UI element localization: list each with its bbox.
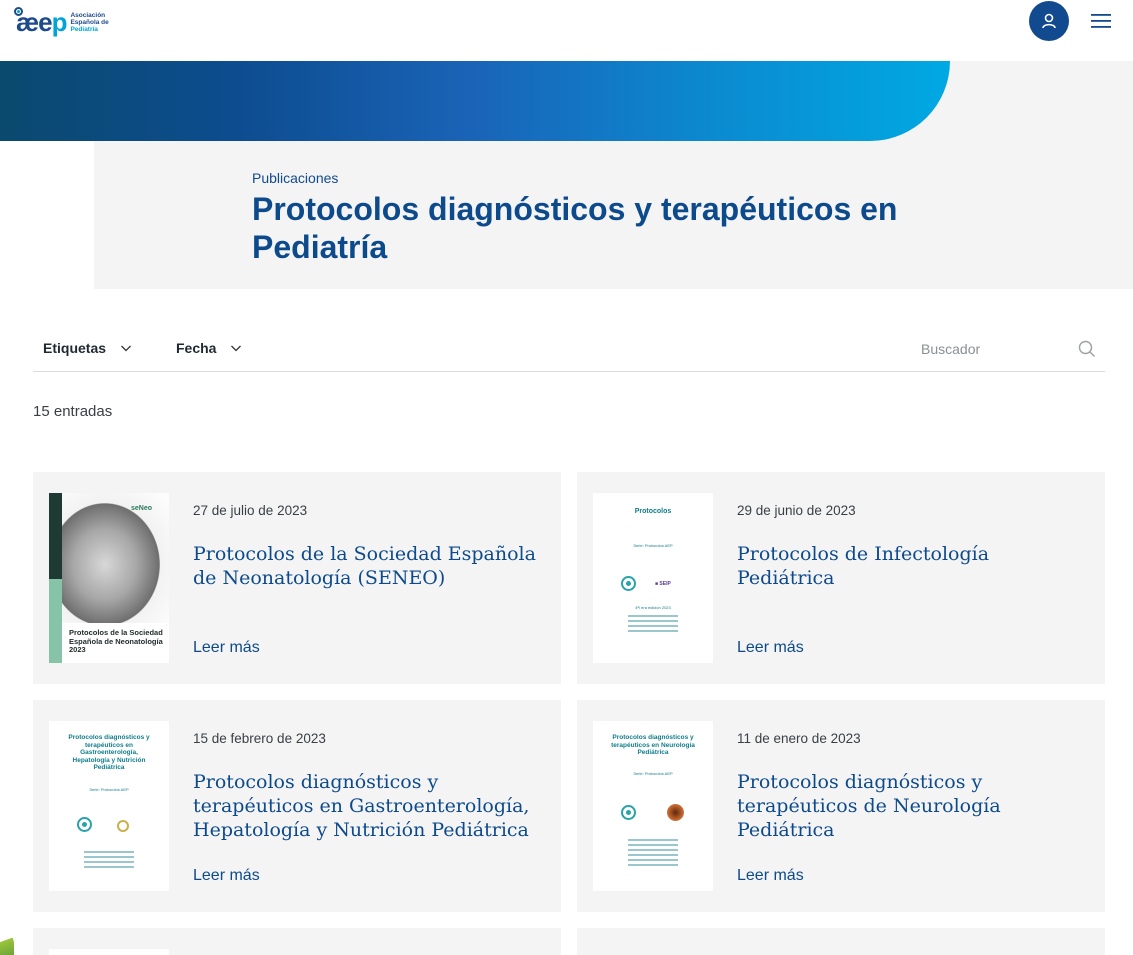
logo-text-line1: Asociación [70, 11, 106, 19]
date-filter-dropdown[interactable]: Fecha [176, 340, 242, 356]
publication-card-partial[interactable] [577, 928, 1105, 955]
hero-gradient-band [0, 61, 950, 141]
publication-title-link[interactable]: Protocolos diagnósticos y terapéuticos d… [737, 770, 1087, 842]
chevron-down-icon [121, 345, 131, 352]
publication-card-partial[interactable] [33, 928, 561, 955]
page-title: Protocolos diagnósticos y terapéuticos e… [252, 191, 898, 265]
publication-title-link[interactable]: Protocolos de Infectología Pediátrica [737, 542, 1087, 590]
chevron-down-icon [231, 345, 242, 352]
aep-seal-icon [77, 817, 92, 832]
read-more-link[interactable]: Leer más [193, 867, 260, 885]
search-box [921, 336, 1105, 362]
filter-bar: Etiquetas Fecha [33, 330, 1105, 372]
decorative-leaf-shape [0, 930, 14, 955]
publication-date: 15 de febrero de 2023 [193, 731, 326, 746]
breadcrumb[interactable]: Publicaciones [252, 170, 338, 186]
seip-logo-icon: ■ SEIP [655, 581, 671, 587]
user-account-button[interactable] [1029, 1, 1069, 41]
publication-card[interactable]: Protocolos diagnósticos y terapéuticos e… [577, 700, 1105, 912]
date-filter-label: Fecha [176, 340, 217, 356]
read-more-link[interactable]: Leer más [737, 639, 804, 657]
publication-cover-image [49, 949, 169, 955]
publication-cover-image[interactable]: Protocolos diagnósticos y terapéuticos e… [49, 721, 169, 891]
seneo-logo: seNeo [131, 505, 153, 512]
publication-date: 27 de julio de 2023 [193, 503, 308, 518]
user-icon [1042, 13, 1056, 29]
logo-mark: æep [14, 7, 68, 37]
publication-date: 11 de enero de 2023 [737, 731, 861, 746]
hamburger-menu-icon [1091, 14, 1111, 28]
cover-series: Serie: Protocolos AEP [89, 787, 129, 792]
partner-society-logo-icon [117, 820, 129, 832]
cover-edition: 4ª/ era edición 2023 [635, 605, 671, 610]
publication-title-link[interactable]: Protocolos de la Sociedad Española de Ne… [193, 542, 543, 590]
publication-card[interactable]: Protocolos Serie: Protocolos AEP ■ SEIP … [577, 472, 1105, 684]
cover-title: Protocolos [634, 508, 672, 515]
aep-seal-icon [621, 805, 636, 820]
publication-cover-image[interactable]: seNeo Protocolos de la Sociedad Española… [49, 493, 169, 663]
publication-card[interactable]: seNeo Protocolos de la Sociedad Española… [33, 472, 561, 684]
logo-text-line3: Pediatría [70, 25, 98, 33]
cover-text-lines [84, 851, 134, 871]
search-input[interactable] [921, 336, 1071, 362]
menu-button[interactable] [1088, 8, 1114, 34]
cover-caption: Protocolos de la Sociedad Española de Ne… [69, 628, 163, 654]
cover-title: Protocolos diagnósticos y terapéuticos e… [611, 734, 695, 756]
cover-title: Protocolos diagnósticos y terapéuticos e… [68, 734, 150, 771]
cover-photo [62, 493, 169, 623]
results-count: 15 entradas [33, 403, 113, 420]
publication-cover-image[interactable]: Protocolos diagnósticos y terapéuticos e… [593, 721, 713, 891]
hero-white-area [0, 141, 94, 289]
read-more-link[interactable]: Leer más [193, 639, 260, 657]
logo-mark-suffix: p [51, 7, 68, 37]
publication-card[interactable]: Protocolos diagnósticos y terapéuticos e… [33, 700, 561, 912]
publication-title-link[interactable]: Protocolos diagnósticos y terapéuticos e… [193, 770, 543, 842]
tags-filter-dropdown[interactable]: Etiquetas [43, 340, 132, 356]
logo-text: Asociación Española de Pediatría [70, 12, 110, 33]
cover-color-bar [49, 493, 62, 663]
cover-series: Serie: Protocolos AEP [633, 543, 673, 548]
logo-text-line2: Española de [70, 18, 109, 26]
search-icon[interactable] [1078, 340, 1096, 358]
tags-filter-label: Etiquetas [43, 340, 107, 356]
aep-seal-icon [621, 576, 636, 591]
cover-text-lines [628, 615, 678, 635]
aep-logo[interactable]: æep Asociación Española de Pediatría [14, 6, 126, 38]
partner-society-logo-icon [667, 804, 684, 821]
publication-cover-image[interactable]: Protocolos Serie: Protocolos AEP ■ SEIP … [593, 493, 713, 663]
cover-text-lines [628, 839, 678, 869]
logo-dot-icon [14, 7, 23, 16]
site-header: æep Asociación Española de Pediatría [0, 0, 1133, 61]
cover-series: Serie: Protocolos AEP [633, 771, 673, 776]
publication-date: 29 de junio de 2023 [737, 503, 856, 518]
read-more-link[interactable]: Leer más [737, 867, 804, 885]
